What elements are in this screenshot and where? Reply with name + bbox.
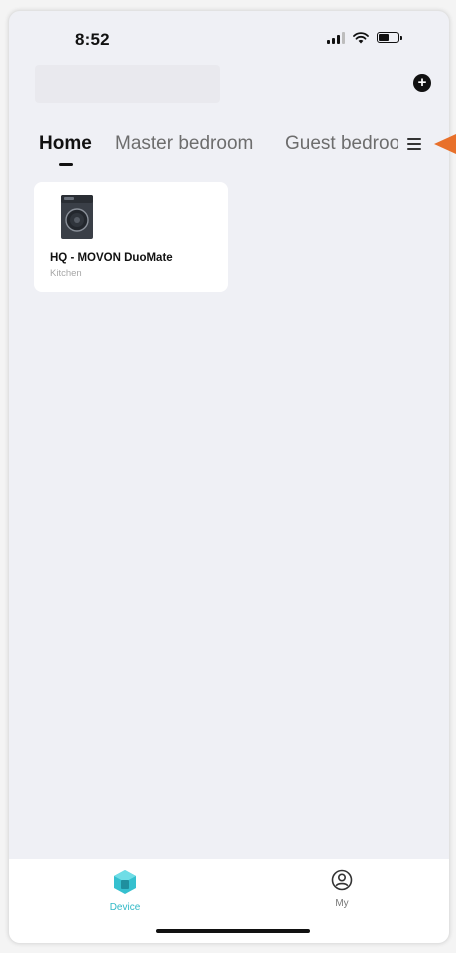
screenshot-frame: 8:52 + Home Master bedroom Guest bedro H… [0, 0, 456, 953]
status-time: 8:52 [75, 30, 110, 49]
bottom-navigation: Device My [9, 859, 449, 943]
tab-home[interactable]: Home [39, 133, 92, 155]
device-name: HQ - MOVON DuoMate [50, 252, 173, 264]
tab-guest-bedroom[interactable]: Guest bedroom [285, 133, 398, 155]
user-circle-icon [331, 869, 353, 891]
home-selector-placeholder[interactable] [35, 65, 220, 103]
hamburger-menu-icon[interactable] [407, 138, 425, 152]
status-indicators [327, 31, 402, 44]
device-room: Kitchen [50, 268, 82, 279]
nav-device[interactable]: Device [95, 869, 155, 913]
annotation-arrow-icon [434, 134, 456, 154]
device-cube-icon [114, 870, 136, 894]
room-tabs: Home Master bedroom Guest bedroom [9, 133, 449, 173]
tab-guest-bedroom-clip: Guest bedroom [285, 133, 398, 163]
nav-device-label: Device [109, 902, 141, 913]
home-indicator [156, 929, 310, 933]
washing-machine-icon [61, 195, 93, 239]
tab-active-indicator [59, 163, 73, 166]
cellular-signal-icon [327, 31, 345, 44]
nav-my[interactable]: My [312, 869, 372, 909]
device-card[interactable]: HQ - MOVON DuoMate Kitchen [34, 182, 228, 292]
wifi-icon [353, 31, 369, 43]
plus-circle-icon[interactable]: + [413, 74, 431, 92]
nav-my-label: My [335, 898, 349, 909]
phone-screen: 8:52 + Home Master bedroom Guest bedro H… [8, 10, 450, 944]
tab-master-bedroom[interactable]: Master bedroom [115, 133, 253, 155]
battery-icon [377, 32, 402, 43]
